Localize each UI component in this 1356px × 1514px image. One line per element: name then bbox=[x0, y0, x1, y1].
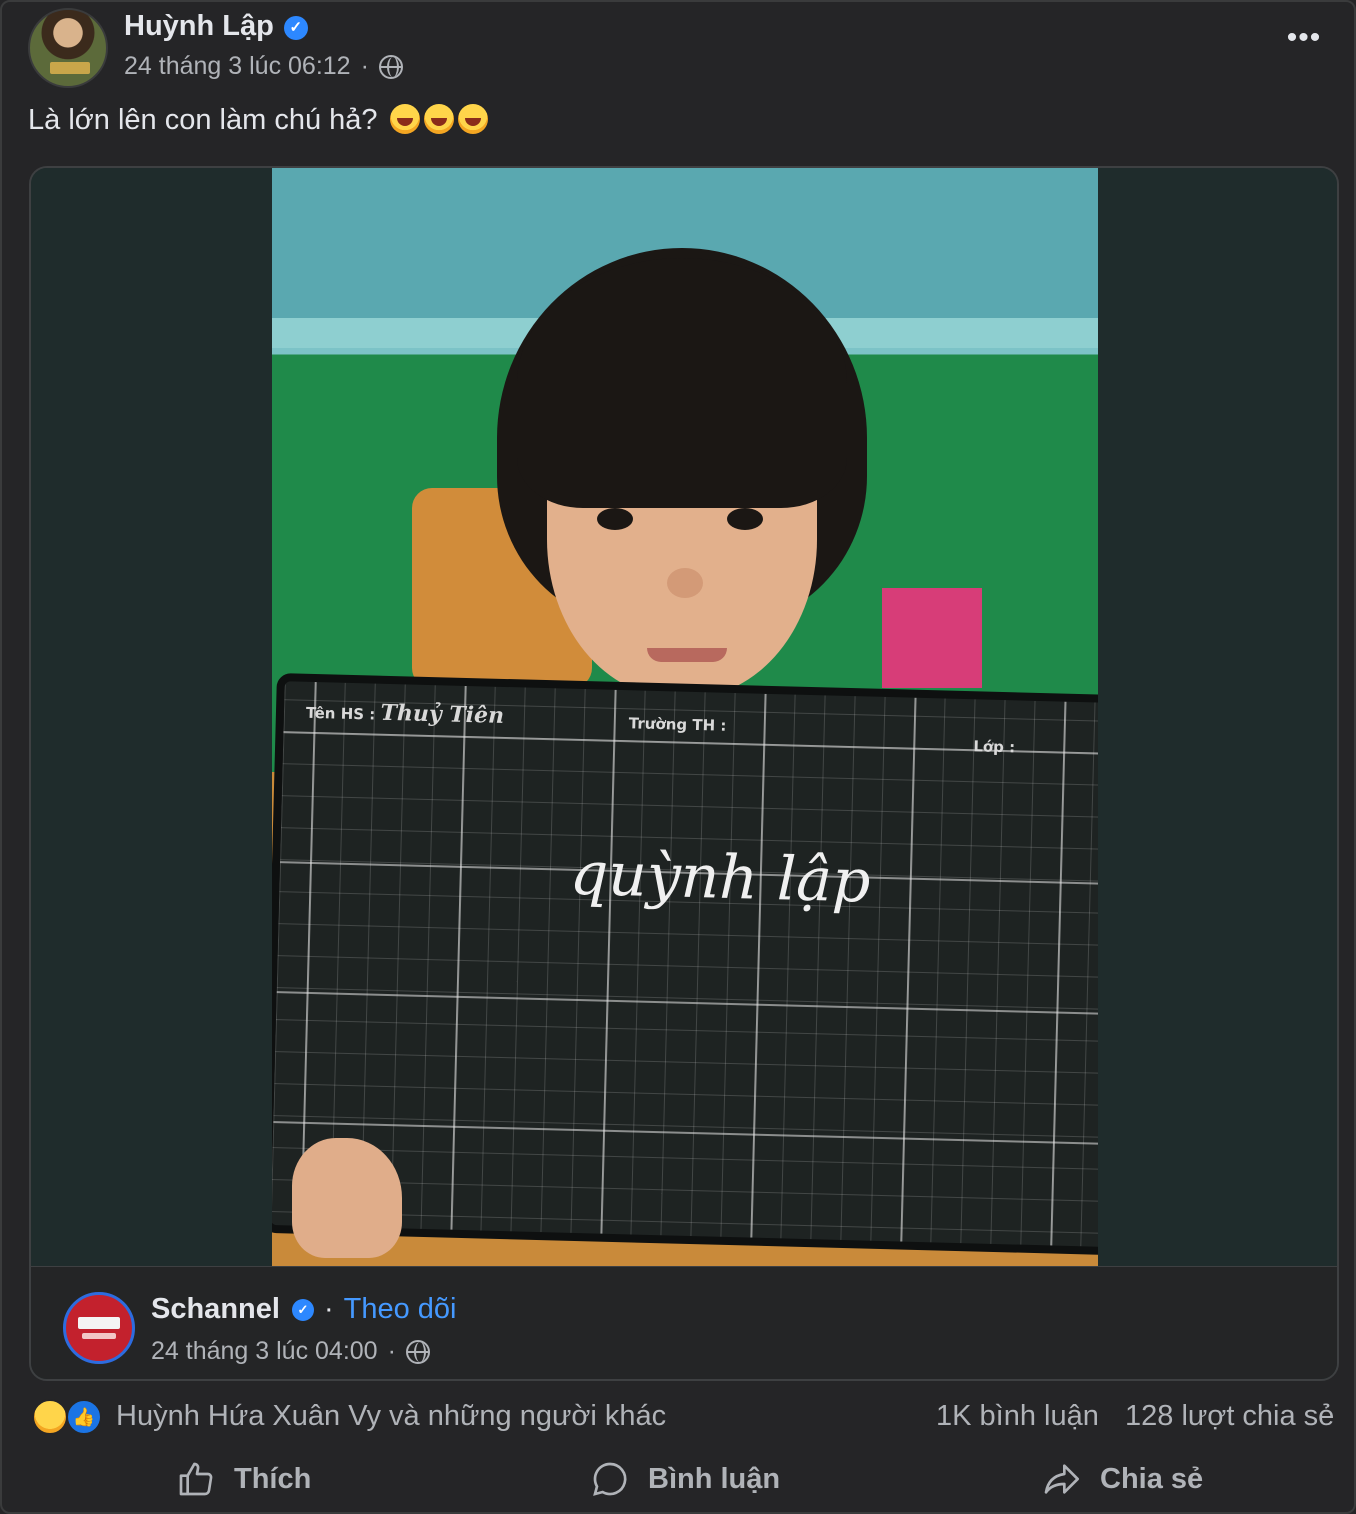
avatar-logo bbox=[50, 62, 90, 74]
slate-class-label: Lớp : bbox=[973, 737, 1016, 757]
page-timestamp[interactable]: 24 tháng 3 lúc 04:00 bbox=[151, 1337, 378, 1366]
slate-name-line: Tên HS : Thuỷ Tiên bbox=[306, 698, 505, 729]
comments-count[interactable]: 1K bình luận bbox=[936, 1400, 1099, 1433]
author-name-text[interactable]: Huỳnh Lập bbox=[124, 10, 274, 42]
laughing-emoji-icon bbox=[457, 104, 488, 134]
post-timestamp[interactable]: 24 tháng 3 lúc 06:12 bbox=[124, 52, 351, 81]
more-options-button[interactable]: ••• bbox=[1284, 23, 1324, 56]
page-name-line: Schannel ✓ · Theo dõi bbox=[151, 1293, 456, 1326]
photo-pink-cloth bbox=[882, 588, 982, 688]
page-meta: 24 tháng 3 lúc 04:00 · bbox=[151, 1337, 430, 1366]
post-meta: 24 tháng 3 lúc 06:12 · bbox=[124, 52, 403, 81]
slate-name-label: Tên HS : bbox=[305, 703, 376, 724]
like-reaction-icon: 👍 bbox=[66, 1399, 102, 1435]
comment-bubble-icon bbox=[593, 1462, 627, 1496]
like-button[interactable]: Thích bbox=[176, 1456, 311, 1502]
photo-child-bangs bbox=[517, 258, 847, 508]
author-name[interactable]: Huỳnh Lập ✓ bbox=[124, 10, 308, 43]
haha-reaction-icon bbox=[32, 1399, 68, 1435]
page-separator: · bbox=[323, 1293, 334, 1325]
comment-button[interactable]: Bình luận bbox=[590, 1456, 780, 1502]
photo-chalk-slate: Tên HS : Thuỷ Tiên Trường TH : Lớp : quỳ… bbox=[272, 673, 1098, 1256]
slate-handwriting: quỳnh lập bbox=[568, 838, 872, 917]
slate-name-value: Thuỷ Tiên bbox=[380, 699, 505, 729]
photo-child-eye bbox=[727, 508, 763, 530]
reaction-icons[interactable]: 👍 bbox=[32, 1399, 106, 1435]
page-avatar-subtext bbox=[82, 1333, 116, 1339]
caption-text: Là lớn lên con làm chú hả? bbox=[28, 104, 378, 136]
shared-page-info: Schannel ✓ · Theo dõi 24 tháng 3 lúc 04:… bbox=[31, 1266, 1337, 1379]
page-avatar[interactable] bbox=[63, 1292, 135, 1364]
shared-post-card[interactable]: Tên HS : Thuỷ Tiên Trường TH : Lớp : quỳ… bbox=[29, 166, 1339, 1381]
verified-badge-icon: ✓ bbox=[283, 16, 308, 40]
laughing-emoji-icon bbox=[423, 104, 454, 134]
meta-separator: · bbox=[360, 52, 369, 80]
globe-icon[interactable] bbox=[378, 54, 403, 79]
follow-button[interactable]: Theo dõi bbox=[344, 1293, 457, 1326]
share-arrow-icon bbox=[1044, 1464, 1079, 1494]
laughing-emoji-icon bbox=[389, 104, 420, 134]
photo-child-nose bbox=[667, 568, 703, 598]
page-meta-separator: · bbox=[387, 1337, 396, 1365]
photo-child-mouth bbox=[647, 648, 727, 662]
globe-icon bbox=[405, 1339, 430, 1364]
page-verified-badge-icon: ✓ bbox=[291, 1298, 314, 1321]
share-button[interactable]: Chia sẻ bbox=[1040, 1456, 1203, 1502]
slate-school-label: Trường TH : bbox=[628, 714, 727, 735]
reactors-summary[interactable]: Huỳnh Hứa Xuân Vy và những người khác bbox=[116, 1400, 666, 1433]
page-name[interactable]: Schannel bbox=[151, 1293, 280, 1326]
shares-count[interactable]: 128 lượt chia sẻ bbox=[1125, 1400, 1334, 1433]
page-avatar-logo bbox=[78, 1317, 120, 1329]
post-caption: Là lớn lên con làm chú hả? bbox=[28, 104, 488, 137]
photo-child-eye bbox=[597, 508, 633, 530]
share-label: Chia sẻ bbox=[1100, 1462, 1204, 1495]
thumbs-up-icon bbox=[179, 1462, 213, 1496]
photo-child-hand bbox=[292, 1138, 402, 1258]
comment-label: Bình luận bbox=[648, 1462, 781, 1495]
shared-photo[interactable]: Tên HS : Thuỷ Tiên Trường TH : Lớp : quỳ… bbox=[272, 168, 1098, 1266]
like-label: Thích bbox=[234, 1462, 312, 1495]
author-avatar[interactable] bbox=[28, 8, 108, 88]
